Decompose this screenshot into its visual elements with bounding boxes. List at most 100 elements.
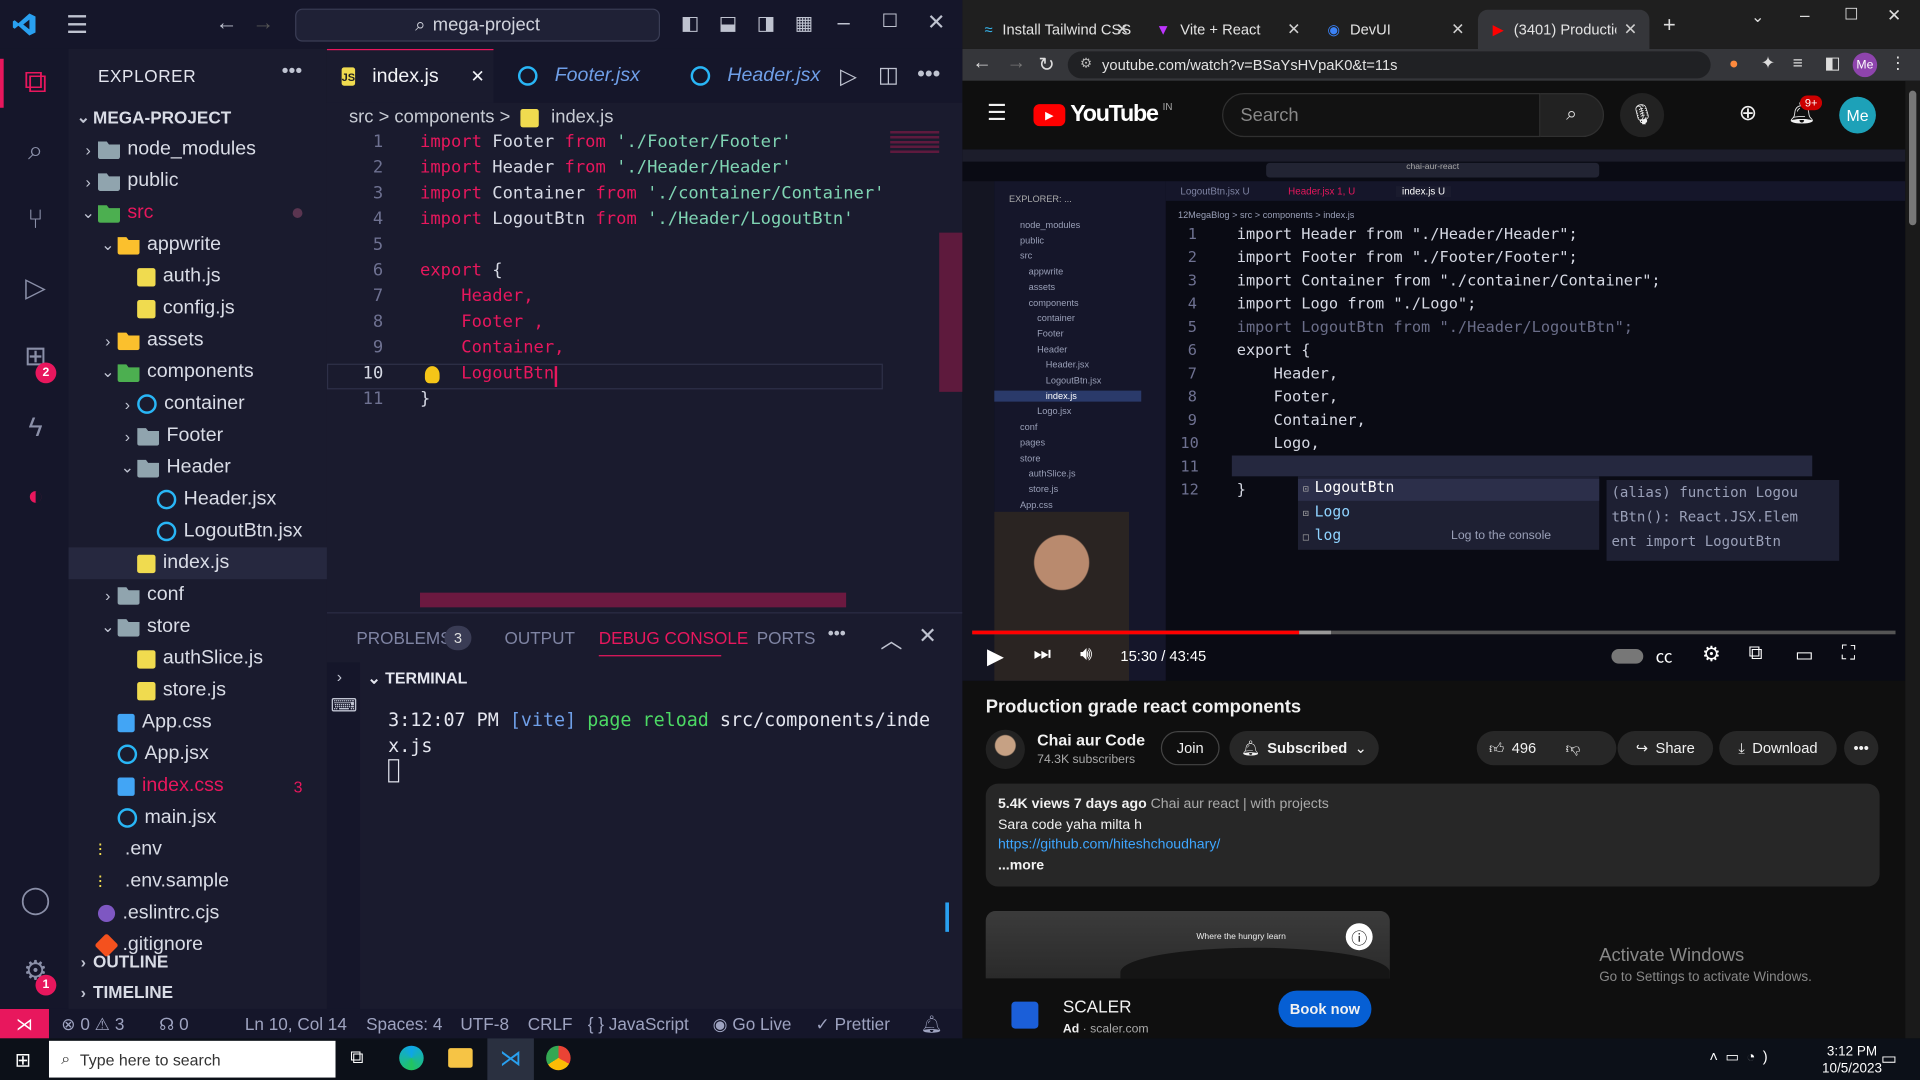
create-video-icon[interactable]: ⊕ — [1739, 100, 1757, 126]
tab-ports[interactable]: PORTS — [757, 628, 816, 648]
account-avatar[interactable]: Me — [1839, 96, 1876, 134]
tree-item[interactable]: LogoutBtn.jsx — [69, 516, 327, 548]
tree-item[interactable]: ⌄ appwrite — [69, 229, 327, 261]
tree-item[interactable]: ⌄ store — [69, 611, 327, 643]
thunder-client-icon[interactable]: ϟ — [17, 409, 54, 446]
close-tab-icon[interactable]: ✕ — [1624, 20, 1637, 40]
search-icon[interactable]: ⌕ — [17, 132, 54, 169]
customize-layout-icon[interactable]: ▦ — [795, 11, 814, 35]
tree-item[interactable]: App.css — [69, 707, 327, 739]
tree-item[interactable]: index.css 3 — [69, 770, 327, 802]
tab-problems[interactable]: PROBLEMS — [356, 628, 451, 648]
split-editor-icon[interactable]: ◫ — [878, 62, 899, 88]
subscribed-button[interactable]: 🔔︎ Subscribed ⌄ — [1229, 731, 1379, 766]
terminal-icon[interactable]: ⌨ — [331, 694, 358, 717]
theater-mode-icon[interactable]: ▭ — [1795, 643, 1814, 667]
settings-gear-icon[interactable]: ⚙ — [1702, 643, 1721, 667]
channel-name[interactable]: Chai aur Code — [1037, 731, 1145, 749]
terminal-header[interactable]: ⌄ TERMINAL — [367, 669, 467, 689]
side-panel-icon[interactable]: ◧ — [1825, 53, 1841, 74]
like-button[interactable]: 👍︎ 496 👎︎ — [1476, 731, 1617, 766]
guide-menu-icon[interactable]: ☰ — [987, 100, 1007, 126]
tree-item[interactable]: › Footer — [69, 420, 327, 452]
toggle-sidebar-icon[interactable]: ◧ — [681, 11, 700, 35]
horizontal-scrollbar[interactable] — [420, 592, 847, 608]
tree-item[interactable]: ⫶ .env.sample — [69, 866, 327, 898]
maximize-icon[interactable]: ☐ — [882, 10, 898, 32]
page-scrollbar[interactable] — [1905, 80, 1920, 1039]
extensions-puzzle-icon[interactable]: ✦ — [1761, 53, 1775, 74]
tree-item[interactable]: authSlice.js — [69, 643, 327, 675]
account-icon[interactable]: ◯ — [17, 882, 54, 919]
thumbs-down-icon[interactable]: 👎︎ — [1566, 739, 1581, 757]
tab-index-js[interactable]: JS index.js ✕ — [326, 48, 494, 103]
tree-item[interactable]: App.jsx — [69, 738, 327, 770]
notification-center-icon[interactable]: ▭ — [1881, 1048, 1897, 1069]
tree-item[interactable]: store.js — [69, 675, 327, 707]
language-mode[interactable]: { } JavaScript — [588, 1014, 689, 1034]
browser-tab-youtube[interactable]: ▶ (3401) Production g ✕ — [1477, 9, 1650, 49]
share-button[interactable]: ↪ Share — [1617, 731, 1714, 766]
media-controls-icon[interactable]: ≡ — [1793, 53, 1803, 73]
youtube-logo[interactable]: ▶ YouTube IN — [1033, 102, 1172, 129]
clock[interactable]: 3:12 PM 10/5/2023 — [1822, 1043, 1882, 1077]
ad-banner[interactable]: Where the hungry learn ⓘ — [985, 911, 1390, 979]
tree-item[interactable]: ⌄ components — [69, 356, 327, 388]
tree-item[interactable]: › node_modules — [69, 133, 327, 165]
run-debug-icon[interactable]: ▷ — [17, 269, 54, 306]
profile-avatar[interactable]: Me — [1852, 52, 1878, 78]
site-info-icon[interactable]: ⚙ — [1080, 55, 1092, 71]
close-tab-icon[interactable]: ✕ — [471, 66, 485, 87]
back-icon[interactable]: ← — [972, 53, 992, 75]
tree-item[interactable]: › public — [69, 165, 327, 197]
task-view-icon[interactable]: ⧉ — [350, 1047, 363, 1068]
tree-item[interactable]: Header.jsx — [69, 484, 327, 516]
cursor-position[interactable]: Ln 10, Col 14 — [245, 1014, 347, 1034]
minimize-icon[interactable]: – — [1800, 5, 1810, 25]
more-actions-icon[interactable]: ••• — [282, 61, 303, 83]
tab-footer-jsx[interactable]: Footer.jsx — [503, 49, 662, 103]
description-more[interactable]: ...more — [998, 855, 1867, 875]
captions-icon[interactable]: ㏄ — [1656, 644, 1673, 668]
voice-search-button[interactable]: 🎙︎ — [1620, 93, 1665, 138]
next-icon[interactable]: ⏭︎ — [1033, 644, 1051, 666]
chrome-icon[interactable] — [546, 1045, 571, 1071]
indentation[interactable]: Spaces: 4 — [366, 1014, 442, 1034]
tab-header-jsx[interactable]: Header.jsx — [676, 49, 835, 103]
browser-tab-tailwind[interactable]: ≈ Install Tailwind CSS ✕ — [970, 10, 1141, 49]
tab-debug-console[interactable]: DEBUG CONSOLE — [599, 628, 749, 648]
book-now-button[interactable]: Book now — [1278, 990, 1372, 1028]
breadcrumb-file[interactable]: index.js — [551, 107, 613, 128]
breadcrumb-components[interactable]: components — [394, 107, 494, 128]
terminal-output[interactable]: 3:12:07 PM [vite] page reload src/compon… — [388, 708, 951, 790]
play-icon[interactable]: ▶ — [987, 644, 1004, 670]
close-window-icon[interactable]: ✕ — [1887, 5, 1901, 26]
volume-icon[interactable]: 🔊︎ — [1080, 644, 1092, 666]
project-root[interactable]: ⌄ MEGA-PROJECT — [69, 102, 327, 134]
tree-item[interactable]: .eslintrc.cjs — [69, 898, 327, 930]
file-explorer-icon[interactable] — [448, 1048, 473, 1068]
tree-item[interactable]: › container — [69, 388, 327, 420]
command-center-search[interactable]: ⌕ mega-project — [295, 8, 661, 42]
youtube-search-button[interactable]: ⌕ — [1540, 93, 1605, 138]
toggle-panel-icon[interactable]: ⬓ — [719, 11, 738, 35]
browser-tab-devui[interactable]: ◉ DevUI ✕ — [1313, 10, 1477, 49]
source-control-icon[interactable]: ⑂ — [17, 201, 54, 238]
maximize-icon[interactable]: ☐ — [1844, 5, 1858, 25]
encoding[interactable]: UTF-8 — [460, 1014, 509, 1034]
edge-icon[interactable] — [399, 1045, 424, 1071]
remote-indicator[interactable]: ⋊ — [0, 1008, 49, 1039]
address-bar[interactable]: ⚙ youtube.com/watch?v=BSaYsHVpaK0&t=11s — [1067, 51, 1711, 79]
forward-icon[interactable]: → — [1007, 53, 1027, 75]
maximize-panel-icon[interactable]: ︿ — [880, 623, 902, 655]
tab-output[interactable]: OUTPUT — [504, 628, 574, 648]
browser-tab-vite[interactable]: ▼ Vite + React ✕ — [1141, 10, 1312, 49]
lightbulb-icon[interactable] — [424, 366, 440, 384]
more-actions-button[interactable]: ••• — [1844, 731, 1879, 766]
join-button[interactable]: Join — [1160, 731, 1220, 766]
windows-start-icon[interactable]: ⊞ — [15, 1048, 31, 1072]
ad-info-icon[interactable]: ⓘ — [1345, 923, 1373, 951]
minimize-icon[interactable]: – — [838, 10, 850, 36]
notifications-bell-icon[interactable]: 🔔︎ — [921, 1014, 943, 1035]
extension-pink-icon[interactable]: ◐ — [17, 478, 54, 515]
